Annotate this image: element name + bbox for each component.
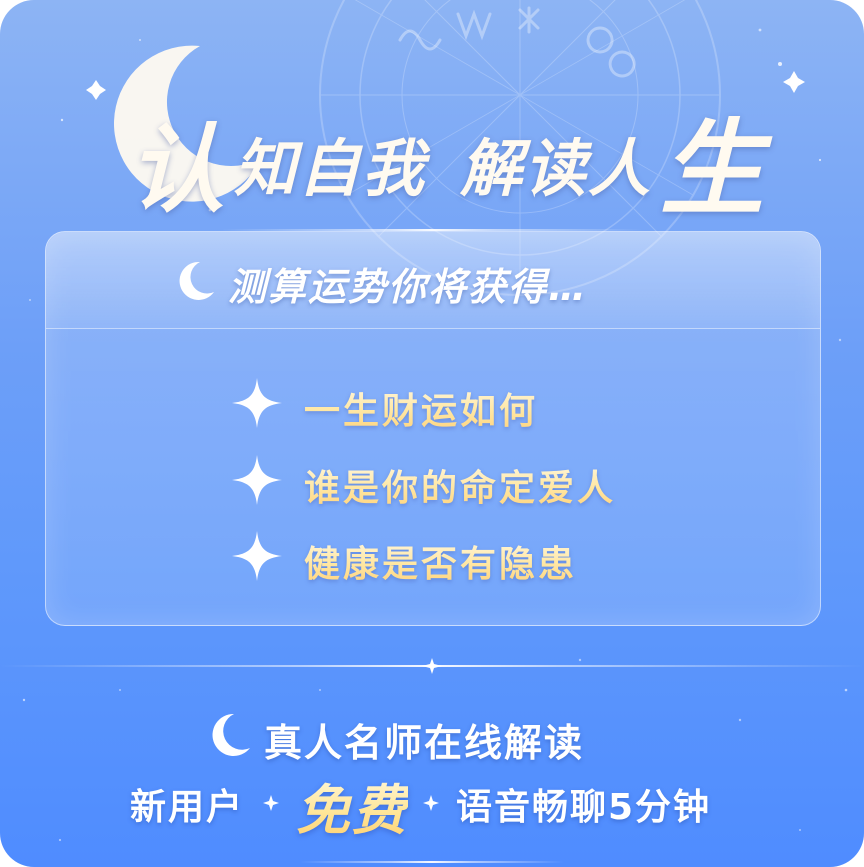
sparkle-icon [423,795,439,811]
offer-line: 新用户 免费 语音畅聊5分钟 [0,770,864,842]
feature-item: 一生财运如何 [46,376,820,436]
crescent-moon-icon [179,261,214,300]
four-point-star-icon [232,378,282,428]
benefits-panel: 测算运势你将获得… 一生财运如何 谁是你的命定爱人 健康是否有隐患 [45,231,821,626]
glow-divider-footer [300,861,564,863]
four-point-star-icon [232,455,282,505]
live-reading-headline: 真人名师在线解读 [264,721,585,765]
sparkle-icon [263,795,279,811]
feature-health: 健康是否有隐患 [304,535,577,587]
feature-love: 谁是你的命定爱人 [304,459,616,511]
title-know-self: 知自我 [234,132,427,205]
panel-header: 测算运势你将获得… [46,232,820,329]
headline: 认 知自我 解读人 生 [0,40,864,230]
feature-item: 健康是否有隐患 [46,529,820,589]
promo-card[interactable]: 认 知自我 解读人 生 测算运势你将获得… 一生财运如何 谁是你的命定爱人 健康… [0,0,864,867]
voice-chat-label: 语音畅聊5分钟 [456,787,712,828]
new-user-label: 新用户 [130,787,245,828]
title-char-ren: 认 [128,113,224,226]
feature-wealth: 一生财运如何 [304,382,538,434]
crescent-moon-icon [212,713,250,756]
free-badge: 免费 [296,766,408,845]
title-read-life: 解读人 [460,132,653,205]
panel-heading: 测算运势你将获得… [228,265,589,309]
four-point-star-icon [232,531,282,581]
sparkle-icon [422,658,442,674]
feature-item: 谁是你的命定爱人 [46,453,820,513]
title-char-sheng: 生 [660,107,765,230]
